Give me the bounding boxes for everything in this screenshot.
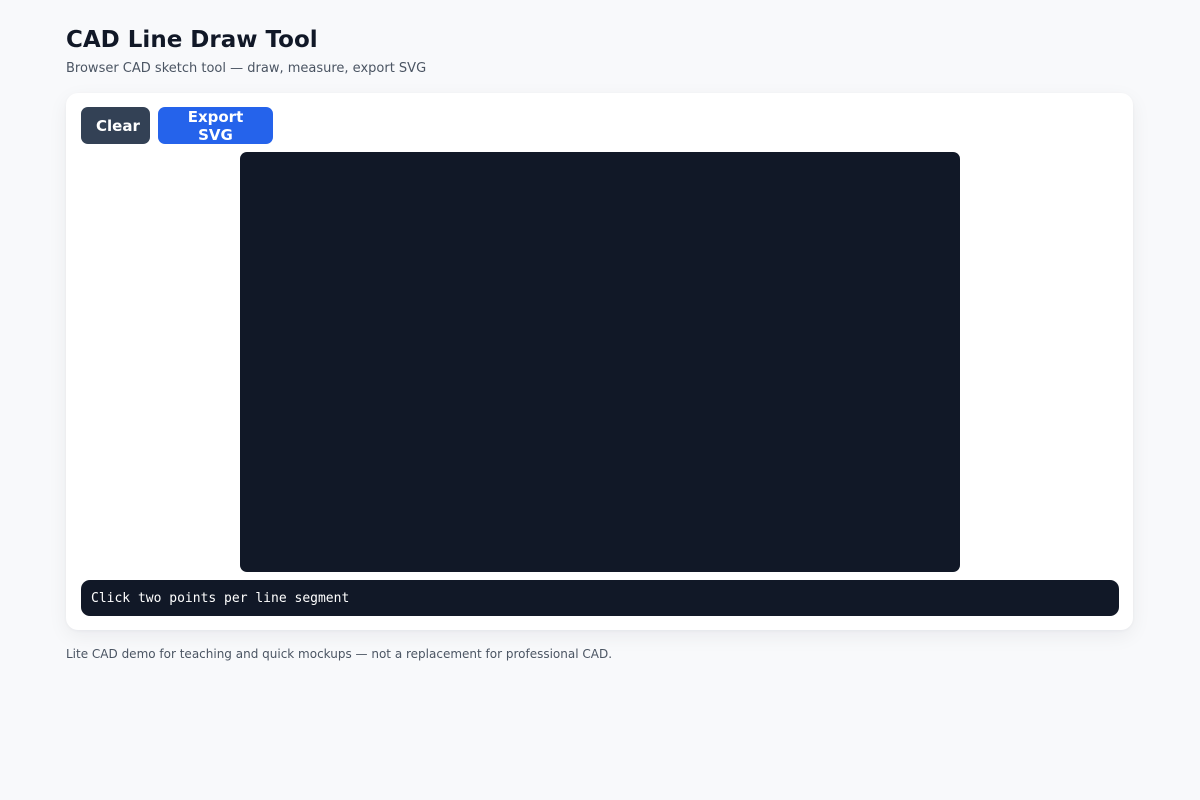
export-svg-button[interactable]: Export SVG xyxy=(158,107,273,144)
page-subtitle: Browser CAD sketch tool — draw, measure,… xyxy=(66,61,427,76)
drawing-card: Clear Export SVG Click two points per li… xyxy=(66,93,1133,630)
status-text: Click two points per line segment xyxy=(91,590,350,606)
status-bar: Click two points per line segment xyxy=(81,580,1119,616)
clear-button[interactable]: Clear xyxy=(81,107,150,144)
page-title: CAD Line Draw Tool xyxy=(66,27,318,53)
drawing-canvas[interactable] xyxy=(240,152,960,572)
toolbar: Clear Export SVG xyxy=(81,107,273,144)
app-page: CAD Line Draw Tool Browser CAD sketch to… xyxy=(66,24,1133,661)
footer-note: Lite CAD demo for teaching and quick moc… xyxy=(66,647,613,661)
